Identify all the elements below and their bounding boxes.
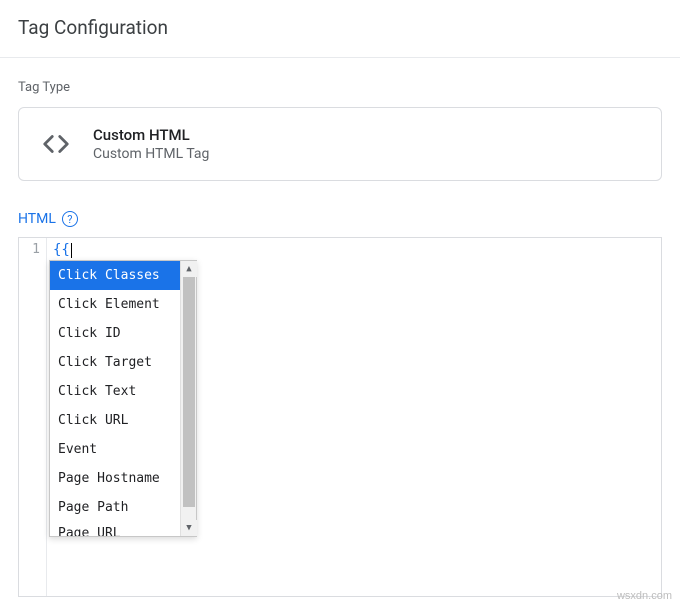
autocomplete-item-click-classes[interactable]: Click Classes xyxy=(50,261,180,290)
code-brackets-icon xyxy=(41,129,71,159)
help-icon[interactable]: ? xyxy=(62,211,78,227)
autocomplete-item-page-hostname[interactable]: Page Hostname xyxy=(50,464,180,493)
autocomplete-item-event[interactable]: Event xyxy=(50,435,180,464)
autocomplete-item-click-id[interactable]: Click ID xyxy=(50,319,180,348)
watermark: wsxdn.com xyxy=(617,590,672,602)
autocomplete-item-page-url[interactable]: Page URL xyxy=(50,522,180,536)
autocomplete-item-click-url[interactable]: Click URL xyxy=(50,406,180,435)
code-input-area[interactable]: {{ Click Classes Click Element Click ID … xyxy=(47,238,661,596)
tag-type-text: Custom HTML Custom HTML Tag xyxy=(93,126,209,162)
editor-header: HTML ? xyxy=(18,211,662,227)
autocomplete-item-click-text[interactable]: Click Text xyxy=(50,377,180,406)
autocomplete-item-click-target[interactable]: Click Target xyxy=(50,348,180,377)
line-number: 1 xyxy=(19,242,40,257)
tag-config-header: Tag Configuration xyxy=(0,0,680,58)
tag-type-title: Custom HTML xyxy=(93,126,209,144)
code-editor[interactable]: 1 {{ Click Classes Click Element Click I… xyxy=(18,237,662,597)
autocomplete-list: Click Classes Click Element Click ID Cli… xyxy=(50,261,180,536)
line-number-gutter: 1 xyxy=(19,238,47,596)
text-cursor xyxy=(71,243,72,258)
code-text: {{ xyxy=(53,242,70,258)
scroll-up-icon[interactable]: ▲ xyxy=(181,261,197,277)
autocomplete-item-click-element[interactable]: Click Element xyxy=(50,290,180,319)
tag-type-label: Tag Type xyxy=(18,80,662,95)
autocomplete-scrollbar[interactable]: ▲ ▼ xyxy=(180,261,196,536)
scrollbar-thumb[interactable] xyxy=(183,277,195,507)
tag-type-selector[interactable]: Custom HTML Custom HTML Tag xyxy=(18,107,662,181)
autocomplete-popup: Click Classes Click Element Click ID Cli… xyxy=(49,260,197,537)
autocomplete-item-page-path[interactable]: Page Path xyxy=(50,493,180,522)
editor-label: HTML xyxy=(18,211,56,227)
html-editor-section: HTML ? 1 {{ Click Classes Click Element … xyxy=(18,211,662,597)
tag-type-subtitle: Custom HTML Tag xyxy=(93,146,209,162)
page-title: Tag Configuration xyxy=(18,16,662,39)
scroll-down-icon[interactable]: ▼ xyxy=(181,520,197,536)
content-area: Tag Type Custom HTML Custom HTML Tag HTM… xyxy=(0,80,680,597)
